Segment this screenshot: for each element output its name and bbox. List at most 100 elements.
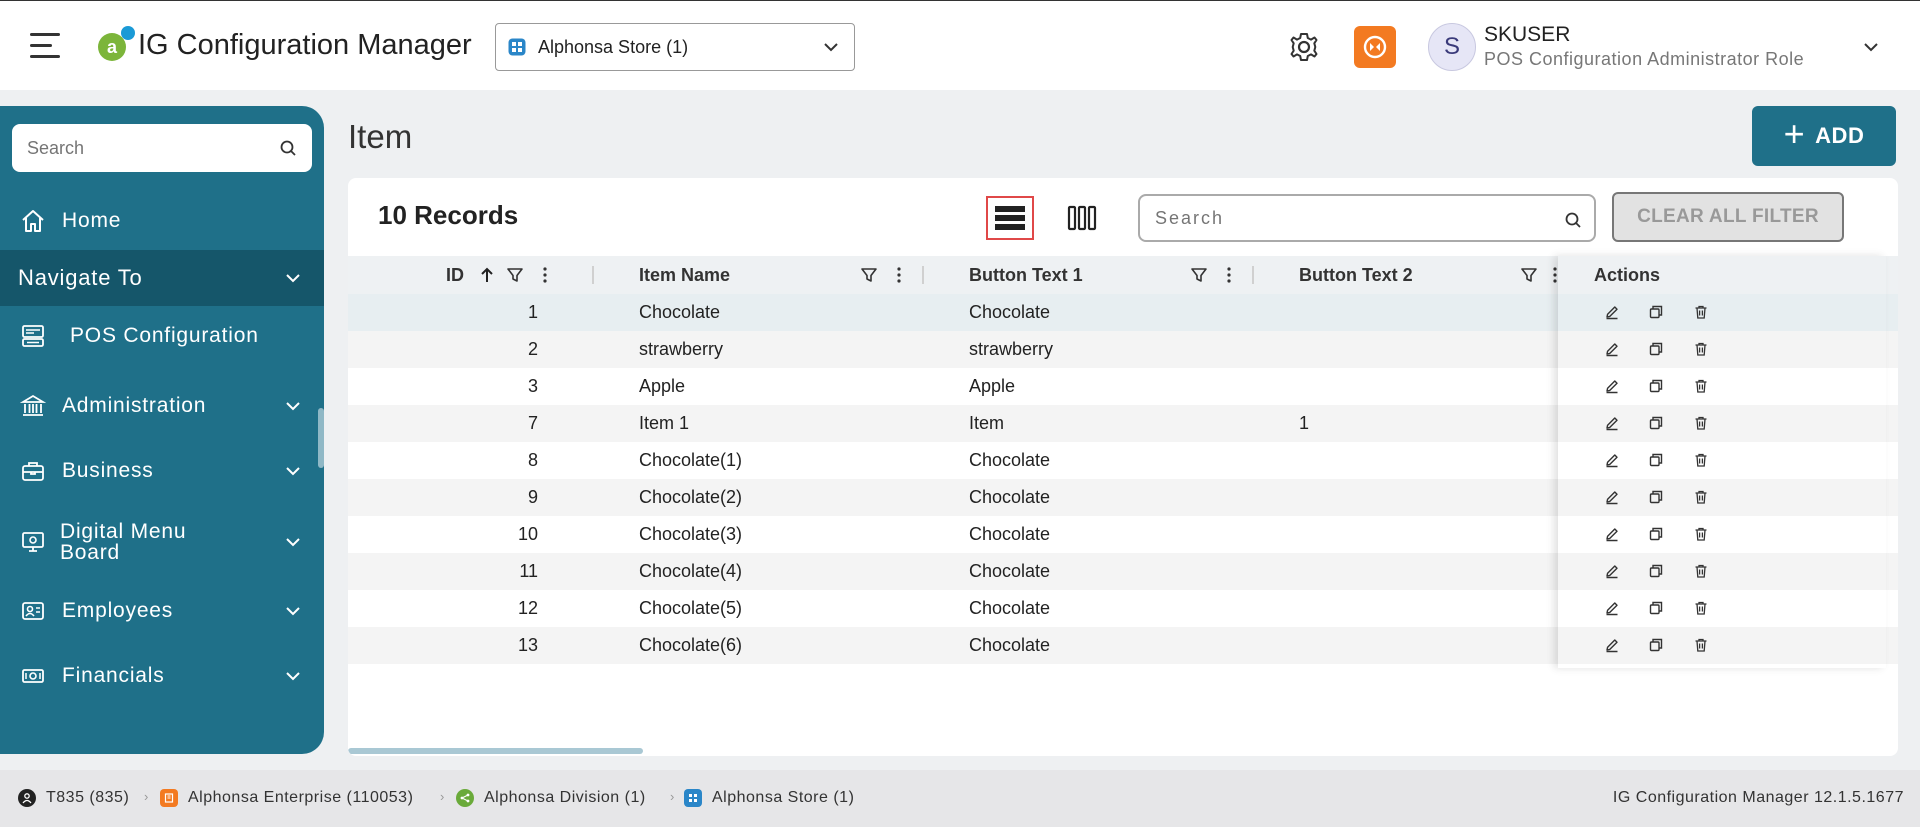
edit-icon[interactable] (1604, 637, 1620, 653)
copy-icon[interactable] (1648, 526, 1664, 542)
copy-icon[interactable] (1648, 600, 1664, 616)
edit-icon[interactable] (1604, 563, 1620, 579)
breadcrumb-item[interactable]: Alphonsa Enterprise (110053) (160, 789, 413, 807)
cell-id: 8 (527, 450, 538, 470)
breadcrumb-item[interactable]: Alphonsa Division (1) (456, 789, 646, 807)
copy-icon[interactable] (1648, 637, 1664, 653)
sidebar: Home Navigate To POS Configuration Admin… (0, 106, 324, 754)
breadcrumb-item[interactable]: T835 (835) (18, 789, 129, 807)
gear-icon[interactable] (1288, 31, 1320, 63)
chevron-down-icon (286, 467, 300, 476)
sidebar-item-employees[interactable]: Employees (0, 581, 324, 641)
cell-id: 7 (527, 413, 538, 433)
app-title: IG Configuration Manager (138, 29, 472, 61)
delete-icon[interactable] (1693, 304, 1709, 320)
column-view-button[interactable] (1062, 198, 1102, 238)
copy-icon[interactable] (1648, 563, 1664, 579)
pos-terminal-icon (22, 325, 44, 347)
delete-icon[interactable] (1693, 600, 1709, 616)
home-icon (22, 210, 44, 232)
chevron-down-icon (286, 402, 300, 411)
sidebar-item-pos-configuration[interactable]: POS Configuration (0, 306, 324, 366)
copy-icon[interactable] (1648, 452, 1664, 468)
avatar[interactable]: S (1428, 23, 1476, 71)
cell-item-name: Chocolate(1) (639, 450, 743, 470)
edit-icon[interactable] (1604, 600, 1620, 616)
delete-icon[interactable] (1693, 415, 1709, 431)
cell-item-name: Chocolate(3) (639, 524, 743, 544)
sidebar-scrollbar[interactable] (318, 408, 324, 468)
sidebar-item-navigate-to[interactable]: Navigate To (0, 250, 324, 306)
sidebar-item-label: Digital Menu Board (60, 520, 187, 564)
money-icon (22, 669, 44, 683)
store-icon (508, 38, 526, 56)
column-header-item-name[interactable]: Item Name (639, 256, 730, 294)
cell-button-text-1: Chocolate (969, 635, 1051, 655)
copy-icon[interactable] (1648, 489, 1664, 505)
filter-icon[interactable] (860, 266, 878, 284)
delete-icon[interactable] (1693, 452, 1709, 468)
edit-icon[interactable] (1604, 304, 1620, 320)
cell-item-name: Chocolate(5) (639, 598, 743, 618)
sidebar-item-digital-menu-board[interactable]: Digital Menu Board (0, 510, 324, 574)
sidebar-item-business[interactable]: Business (0, 441, 324, 501)
edit-icon[interactable] (1604, 378, 1620, 394)
column-menu-icon[interactable] (890, 266, 908, 284)
cell-item-name: Apple (639, 376, 686, 396)
sidebar-item-label: Navigate To (18, 265, 143, 290)
records-count: 10 Records (378, 200, 519, 230)
list-view-button[interactable] (986, 196, 1034, 240)
delete-icon[interactable] (1693, 341, 1709, 357)
delete-icon[interactable] (1693, 378, 1709, 394)
column-separator[interactable] (1252, 266, 1254, 284)
sidebar-item-home[interactable]: Home (0, 191, 324, 251)
add-button[interactable]: + ADD (1752, 106, 1896, 166)
column-separator[interactable] (592, 266, 594, 284)
filter-icon[interactable] (506, 266, 524, 284)
delete-icon[interactable] (1693, 563, 1709, 579)
sidebar-search-input[interactable] (27, 137, 267, 159)
table-search-input[interactable] (1155, 207, 1535, 229)
edit-icon[interactable] (1604, 526, 1620, 542)
division-icon (456, 789, 474, 807)
sort-ascending-icon[interactable] (478, 266, 496, 284)
breadcrumb-item[interactable]: Alphonsa Store (1) (684, 789, 854, 807)
filter-icon[interactable] (1190, 266, 1208, 284)
column-header-button-text-1[interactable]: Button Text 1 (969, 256, 1083, 294)
delete-icon[interactable] (1693, 526, 1709, 542)
column-header-id[interactable]: ID (446, 256, 464, 294)
user-name: SKUSER (1484, 23, 1571, 46)
sidebar-item-label: Administration (62, 394, 207, 417)
app-header: a IG Configuration Manager Alphonsa Stor… (0, 0, 1920, 90)
copy-icon[interactable] (1648, 378, 1664, 394)
delete-icon[interactable] (1693, 489, 1709, 505)
edit-icon[interactable] (1604, 341, 1620, 357)
sidebar-item-label: POS Configuration (70, 324, 259, 347)
clear-all-filter-button[interactable]: CLEAR ALL FILTER (1612, 192, 1844, 242)
hamburger-menu-icon[interactable] (30, 33, 62, 59)
copy-icon[interactable] (1648, 304, 1664, 320)
search-icon[interactable] (1564, 211, 1582, 229)
column-view-icon (1067, 205, 1097, 231)
chevron-down-icon (824, 43, 838, 52)
delete-icon[interactable] (1693, 637, 1709, 653)
edit-icon[interactable] (1604, 415, 1620, 431)
breadcrumb-separator: › (440, 789, 445, 804)
column-menu-icon[interactable] (1220, 266, 1238, 284)
column-header-button-text-2[interactable]: Button Text 2 (1299, 256, 1413, 294)
column-menu-icon[interactable] (536, 266, 554, 284)
edit-icon[interactable] (1604, 489, 1620, 505)
sidebar-item-administration[interactable]: Administration (0, 376, 324, 436)
store-selector[interactable]: Alphonsa Store (1) (495, 23, 855, 71)
copy-icon[interactable] (1648, 341, 1664, 357)
copy-icon[interactable] (1648, 415, 1664, 431)
horizontal-scrollbar[interactable] (348, 748, 643, 754)
sidebar-item-financials[interactable]: Financials (0, 646, 324, 706)
cell-button-text-1: strawberry (969, 339, 1054, 359)
filter-icon[interactable] (1520, 266, 1538, 284)
edit-icon[interactable] (1604, 452, 1620, 468)
chevron-down-icon[interactable] (1862, 38, 1880, 56)
search-icon[interactable] (279, 139, 297, 157)
integration-button[interactable] (1354, 26, 1396, 68)
column-separator[interactable] (922, 266, 924, 284)
